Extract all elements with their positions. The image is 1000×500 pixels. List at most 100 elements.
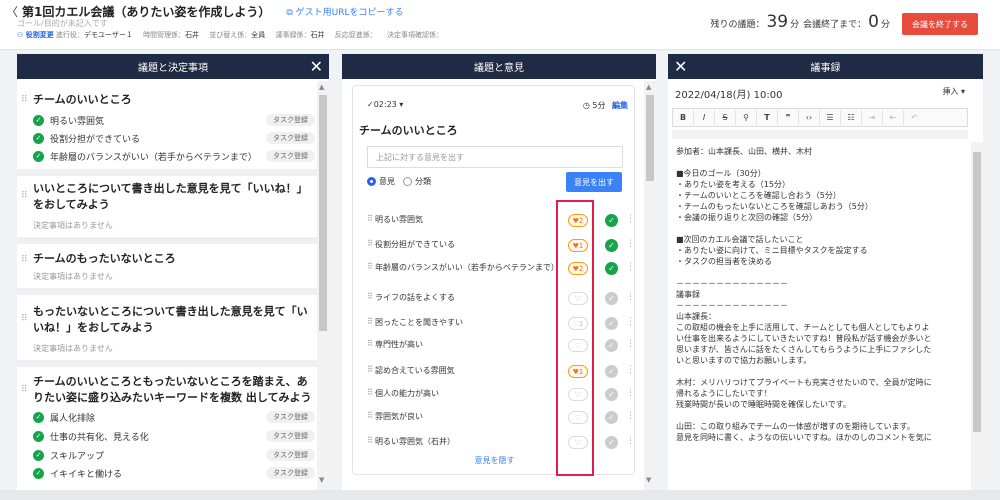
edit-timer-link[interactable]: 編集 — [612, 101, 628, 110]
outdent-icon[interactable]: ⇤ — [883, 110, 904, 125]
more-options-icon[interactable]: ⋮ — [626, 411, 635, 421]
minutes-line: 議事録 — [676, 290, 700, 299]
agenda-title-line: もったいないところについて書き出した意見を見て「い — [33, 305, 308, 318]
bullet-list-icon[interactable]: ☰ — [820, 110, 841, 125]
decision-row: ✓ 属人化排除 タスク登録 — [33, 409, 315, 425]
agenda-time-dropdown[interactable]: ✓02:23 ▾ — [367, 100, 403, 109]
drag-handle-icon[interactable]: ⠿ — [367, 262, 373, 271]
scroll-thumb[interactable] — [646, 95, 654, 181]
insert-dropdown[interactable]: 挿入 ▾ — [942, 86, 965, 97]
opinion-text: 認め合えている雰囲気 — [375, 366, 455, 375]
minutes-line — [676, 267, 956, 278]
radio-category[interactable] — [403, 177, 412, 186]
check-circle-icon[interactable]: ✓ — [605, 292, 618, 305]
check-circle-icon[interactable]: ✓ — [605, 436, 618, 449]
remaining-label: 残りの議題： — [710, 20, 765, 30]
minutes-panel-title: 議事録 — [810, 63, 841, 74]
drag-handle-icon[interactable]: ⠿ — [367, 317, 373, 326]
minutes-scrollbar[interactable] — [971, 142, 983, 500]
role-minutes-value: 石井 — [310, 31, 325, 39]
minutes-line: い仕事を出来るようにしていきたいですね！普段私が話す機会が多いと — [676, 334, 932, 343]
check-circle-icon[interactable]: ✓ — [605, 339, 618, 352]
scroll-up-icon[interactable]: ▲ — [319, 83, 324, 91]
drag-handle-icon[interactable]: ⠿ — [367, 339, 373, 348]
drag-handle-icon[interactable]: ⠿ — [367, 411, 373, 420]
drag-handle-icon[interactable]: ⠿ — [21, 255, 28, 265]
drag-handle-icon[interactable]: ⠿ — [21, 314, 28, 324]
check-circle-icon[interactable]: ✓ — [605, 317, 618, 330]
end-value: 0 — [868, 12, 879, 32]
check-circle-icon[interactable]: ✓ — [605, 411, 618, 424]
opinions-scrollbar[interactable]: ▲ ▼ — [644, 81, 656, 500]
agenda-item-title[interactable]: チームのいいところ — [33, 92, 132, 108]
more-options-icon[interactable]: ⋮ — [626, 339, 635, 349]
agenda-panel-title: 議題と決定事項 — [138, 63, 208, 74]
task-register-button[interactable]: タスク登録 — [266, 449, 315, 461]
scroll-thumb[interactable] — [973, 152, 981, 432]
task-register-button[interactable]: タスク登録 — [266, 114, 315, 126]
scroll-down-icon[interactable]: ▼ — [646, 476, 651, 484]
copy-guest-url-link[interactable]: ⧉ ゲスト用URLをコピーする — [286, 5, 403, 18]
more-options-icon[interactable]: ⋮ — [626, 317, 635, 327]
drag-handle-icon[interactable]: ⠿ — [21, 95, 28, 105]
more-options-icon[interactable]: ⋮ — [626, 388, 635, 398]
check-circle-icon[interactable]: ✓ — [605, 388, 618, 401]
toolbar-scrollbar[interactable] — [672, 130, 968, 139]
check-circle-icon[interactable]: ✓ — [605, 262, 618, 275]
code-icon[interactable]: ‹› — [799, 110, 820, 125]
opinion-input[interactable]: 上記に対する意見を出す — [367, 146, 623, 168]
more-options-icon[interactable]: ⋮ — [626, 436, 635, 446]
drag-handle-icon[interactable]: ⠿ — [367, 388, 373, 397]
minutes-editor[interactable]: 参加者：山本課長、山田、横井、木村 ■今日のゴール（30分） ・ありたい姿を考える（… — [672, 142, 960, 500]
drag-handle-icon[interactable]: ⠿ — [367, 292, 373, 301]
check-circle-icon[interactable]: ✓ — [605, 214, 618, 227]
decision-row: ✓ イキイキと働ける タスク登録 — [33, 465, 315, 481]
more-options-icon[interactable]: ⋮ — [626, 214, 635, 224]
agenda-scrollbar[interactable]: ▲ ▼ — [317, 81, 329, 500]
check-circle-icon[interactable]: ✓ — [605, 365, 618, 378]
undo-icon[interactable]: ↶ — [904, 110, 925, 125]
minutes-line: ・会議の振り返りと次回の確認（5分） — [676, 213, 818, 222]
heading-button[interactable]: T — [757, 110, 778, 125]
link-icon[interactable]: ⚲ — [736, 110, 757, 125]
agenda-item-title[interactable]: チームのいいところともったいないところを踏まえ、あ りたい姿に盛り込みたいキーワ… — [33, 374, 312, 406]
scroll-down-icon[interactable]: ▼ — [319, 476, 324, 484]
drag-handle-icon[interactable]: ⠿ — [367, 214, 373, 223]
task-register-button[interactable]: タスク登録 — [266, 150, 315, 162]
page-footer-bar — [0, 490, 1000, 500]
scroll-thumb[interactable] — [319, 95, 327, 331]
agenda-item-title[interactable]: もったいないところについて書き出した意見を見て「い いね！」をおしてみよう — [33, 304, 308, 336]
scroll-up-icon[interactable]: ▲ — [646, 83, 651, 91]
drag-handle-icon[interactable]: ⠿ — [21, 191, 28, 201]
minutes-line: ・チームのいいところを確認し合おう（5分） — [676, 191, 841, 200]
drag-handle-icon[interactable]: ⠿ — [367, 365, 373, 374]
drag-handle-icon[interactable]: ⠿ — [21, 385, 28, 395]
more-options-icon[interactable]: ⋮ — [626, 365, 635, 375]
minutes-line: 帰れるようにしたいです！ — [676, 389, 772, 398]
change-roles-link[interactable]: ⚇ 役割変更 — [17, 31, 54, 39]
bold-button[interactable]: B — [673, 110, 694, 125]
task-register-button[interactable]: タスク登録 — [266, 430, 315, 442]
drag-handle-icon[interactable]: ⠿ — [367, 239, 373, 248]
quote-icon[interactable]: ❞ — [778, 110, 799, 125]
more-options-icon[interactable]: ⋮ — [626, 292, 635, 302]
close-icon[interactable]: ✕ — [674, 57, 687, 76]
italic-button[interactable]: I — [694, 110, 715, 125]
numbered-list-icon[interactable]: ☷ — [841, 110, 862, 125]
check-circle-icon[interactable]: ✓ — [605, 239, 618, 252]
close-icon[interactable]: ✕ — [310, 57, 323, 76]
drag-handle-icon[interactable]: ⠿ — [367, 436, 373, 445]
task-register-button[interactable]: タスク登録 — [266, 467, 315, 479]
end-meeting-button[interactable]: 会議を終了する — [902, 13, 978, 35]
strikethrough-button[interactable]: S — [715, 110, 736, 125]
radio-opinion[interactable] — [367, 177, 376, 186]
task-register-button[interactable]: タスク登録 — [266, 132, 315, 144]
task-register-button[interactable]: タスク登録 — [266, 411, 315, 423]
more-options-icon[interactable]: ⋮ — [626, 262, 635, 272]
agenda-item-title[interactable]: チームのもったいないところ — [33, 251, 176, 267]
indent-icon[interactable]: ⇥ — [862, 110, 883, 125]
role-sorter-value: 全員 — [251, 31, 266, 39]
submit-opinion-button[interactable]: 意見を出す — [566, 172, 622, 192]
more-options-icon[interactable]: ⋮ — [626, 239, 635, 249]
agenda-item-title[interactable]: いいところについて書き出した意見を見て「いいね！」 をおしてみよう — [33, 181, 308, 213]
